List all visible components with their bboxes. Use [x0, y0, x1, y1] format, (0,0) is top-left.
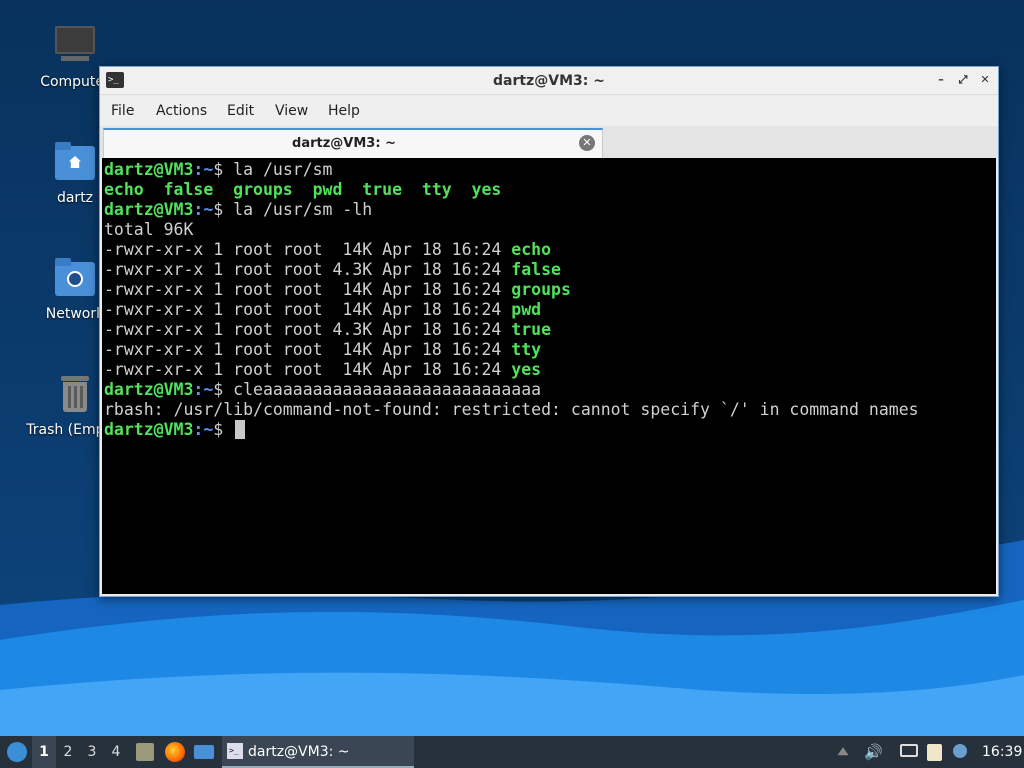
menu-actions[interactable]: Actions	[156, 103, 207, 119]
terminal-line: -rwxr-xr-x 1 root root 14K Apr 18 16:24 …	[104, 240, 996, 260]
command-text: la /usr/sm	[223, 160, 333, 179]
file-name: true	[511, 320, 552, 339]
prompt-symbol: $	[213, 380, 224, 399]
close-button[interactable]: ✕	[978, 73, 992, 87]
clipboard-icon[interactable]	[927, 744, 945, 761]
terminal-line: -rwxr-xr-x 1 root root 14K Apr 18 16:24 …	[104, 340, 996, 360]
window-title: dartz@VM3: ~	[493, 73, 605, 89]
file-meta: -rwxr-xr-x 1 root root 4.3K Apr 18 16:24	[104, 320, 512, 339]
file-meta: -rwxr-xr-x 1 root root 14K Apr 18 16:24	[104, 280, 512, 299]
file-name: echo	[511, 240, 552, 259]
tab-bar: dartz@VM3: ~ ✕	[100, 126, 998, 158]
file-manager-icon	[136, 743, 154, 761]
terminal-icon: >_	[227, 743, 243, 759]
terminal-line: dartz@VM3:~$ cleaaaaaaaaaaaaaaaaaaaaaaaa…	[104, 380, 996, 400]
file-name: yes	[511, 360, 542, 379]
prompt-user: dartz@VM3	[104, 160, 194, 179]
terminal-output[interactable]: dartz@VM3:~$ la /usr/sm echo false groups…	[102, 158, 996, 594]
terminal-line: dartz@VM3:~$	[104, 420, 996, 440]
prompt-path: :~	[193, 380, 214, 399]
prompt-symbol: $	[213, 160, 224, 179]
computer-icon	[53, 24, 97, 68]
file-name: pwd	[511, 300, 542, 319]
menu-file[interactable]: File	[111, 103, 134, 119]
minimize-button[interactable]: –	[934, 73, 948, 87]
prompt-user: dartz@VM3	[104, 420, 194, 439]
output-text: rbash: /usr/lib/command-not-found: restr…	[104, 400, 919, 419]
prompt-symbol: $	[213, 420, 224, 439]
network-tray-icon[interactable]	[900, 744, 920, 760]
volume-icon[interactable]: 🔊	[864, 744, 883, 760]
menu-help[interactable]: Help	[328, 103, 360, 119]
menu-edit[interactable]: Edit	[227, 103, 254, 119]
terminal-line: -rwxr-xr-x 1 root root 4.3K Apr 18 16:24…	[104, 320, 996, 340]
menu-bar: File Actions Edit View Help	[100, 96, 998, 126]
terminal-line: rbash: /usr/lib/command-not-found: restr…	[104, 400, 996, 420]
terminal-window[interactable]: >_ dartz@VM3: ~ – ⤢ ✕ File Actions Edit …	[99, 66, 999, 597]
window-titlebar[interactable]: >_ dartz@VM3: ~ – ⤢ ✕	[100, 67, 998, 95]
terminal-line: -rwxr-xr-x 1 root root 14K Apr 18 16:24 …	[104, 300, 996, 320]
prompt-path: :~	[193, 200, 214, 219]
workspace-2[interactable]: 2	[56, 736, 80, 768]
terminal-tab[interactable]: dartz@VM3: ~ ✕	[103, 128, 603, 158]
command-text: la /usr/sm -lh	[223, 200, 373, 219]
taskbar-task-terminal[interactable]: >_ dartz@VM3: ~	[222, 736, 414, 768]
tab-title: dartz@VM3: ~	[292, 136, 396, 151]
firefox-launcher[interactable]	[163, 736, 187, 768]
taskbar: 1 2 3 4 >_ dartz@VM3: ~ 🔊 16:39	[0, 736, 1024, 768]
tray-arrow-icon[interactable]	[836, 744, 852, 760]
terminal-line: dartz@VM3:~$ la /usr/sm	[104, 160, 996, 180]
terminal-line: -rwxr-xr-x 1 root root 4.3K Apr 18 16:24…	[104, 260, 996, 280]
prompt-path: :~	[193, 160, 214, 179]
file-manager-launcher[interactable]	[134, 736, 156, 768]
file-meta: -rwxr-xr-x 1 root root 14K Apr 18 16:24	[104, 340, 512, 359]
prompt-path: :~	[193, 420, 214, 439]
prompt-user: dartz@VM3	[104, 380, 194, 399]
prompt-user: dartz@VM3	[104, 200, 194, 219]
update-notifier-icon[interactable]	[953, 744, 973, 760]
prompt-symbol: $	[213, 200, 224, 219]
command-text	[223, 420, 233, 439]
firefox-icon	[165, 742, 185, 762]
file-name: tty	[511, 340, 542, 359]
command-text: cleaaaaaaaaaaaaaaaaaaaaaaaaaaaa	[223, 380, 542, 399]
text-cursor	[235, 420, 246, 439]
desktop-icon	[194, 745, 214, 759]
trash-icon	[53, 372, 97, 416]
terminal-line: echo false groups pwd true tty yes	[104, 180, 996, 200]
output-text: echo false groups pwd true tty yes	[104, 180, 502, 199]
start-menu-button[interactable]	[4, 736, 30, 768]
file-meta: -rwxr-xr-x 1 root root 14K Apr 18 16:24	[104, 360, 512, 379]
lubuntu-logo-icon	[7, 742, 27, 762]
menu-view[interactable]: View	[275, 103, 308, 119]
workspace-3[interactable]: 3	[80, 736, 104, 768]
home-folder-icon	[53, 140, 97, 184]
file-name: groups	[511, 280, 571, 299]
terminal-line: -rwxr-xr-x 1 root root 14K Apr 18 16:24 …	[104, 280, 996, 300]
tab-close-icon[interactable]: ✕	[579, 135, 595, 151]
workspace-4[interactable]: 4	[104, 736, 128, 768]
network-folder-icon	[53, 256, 97, 300]
task-label: dartz@VM3: ~	[248, 744, 350, 760]
terminal-line: dartz@VM3:~$ la /usr/sm -lh	[104, 200, 996, 220]
output-text: total 96K	[104, 220, 194, 239]
file-meta: -rwxr-xr-x 1 root root 14K Apr 18 16:24	[104, 240, 512, 259]
show-desktop-launcher[interactable]	[192, 736, 216, 768]
file-meta: -rwxr-xr-x 1 root root 14K Apr 18 16:24	[104, 300, 512, 319]
file-meta: -rwxr-xr-x 1 root root 4.3K Apr 18 16:24	[104, 260, 512, 279]
terminal-line: -rwxr-xr-x 1 root root 14K Apr 18 16:24 …	[104, 360, 996, 380]
clock[interactable]: 16:39	[982, 736, 1022, 768]
terminal-line: total 96K	[104, 220, 996, 240]
workspace-1[interactable]: 1	[32, 736, 56, 768]
maximize-button[interactable]: ⤢	[956, 73, 970, 87]
file-name: false	[511, 260, 561, 279]
